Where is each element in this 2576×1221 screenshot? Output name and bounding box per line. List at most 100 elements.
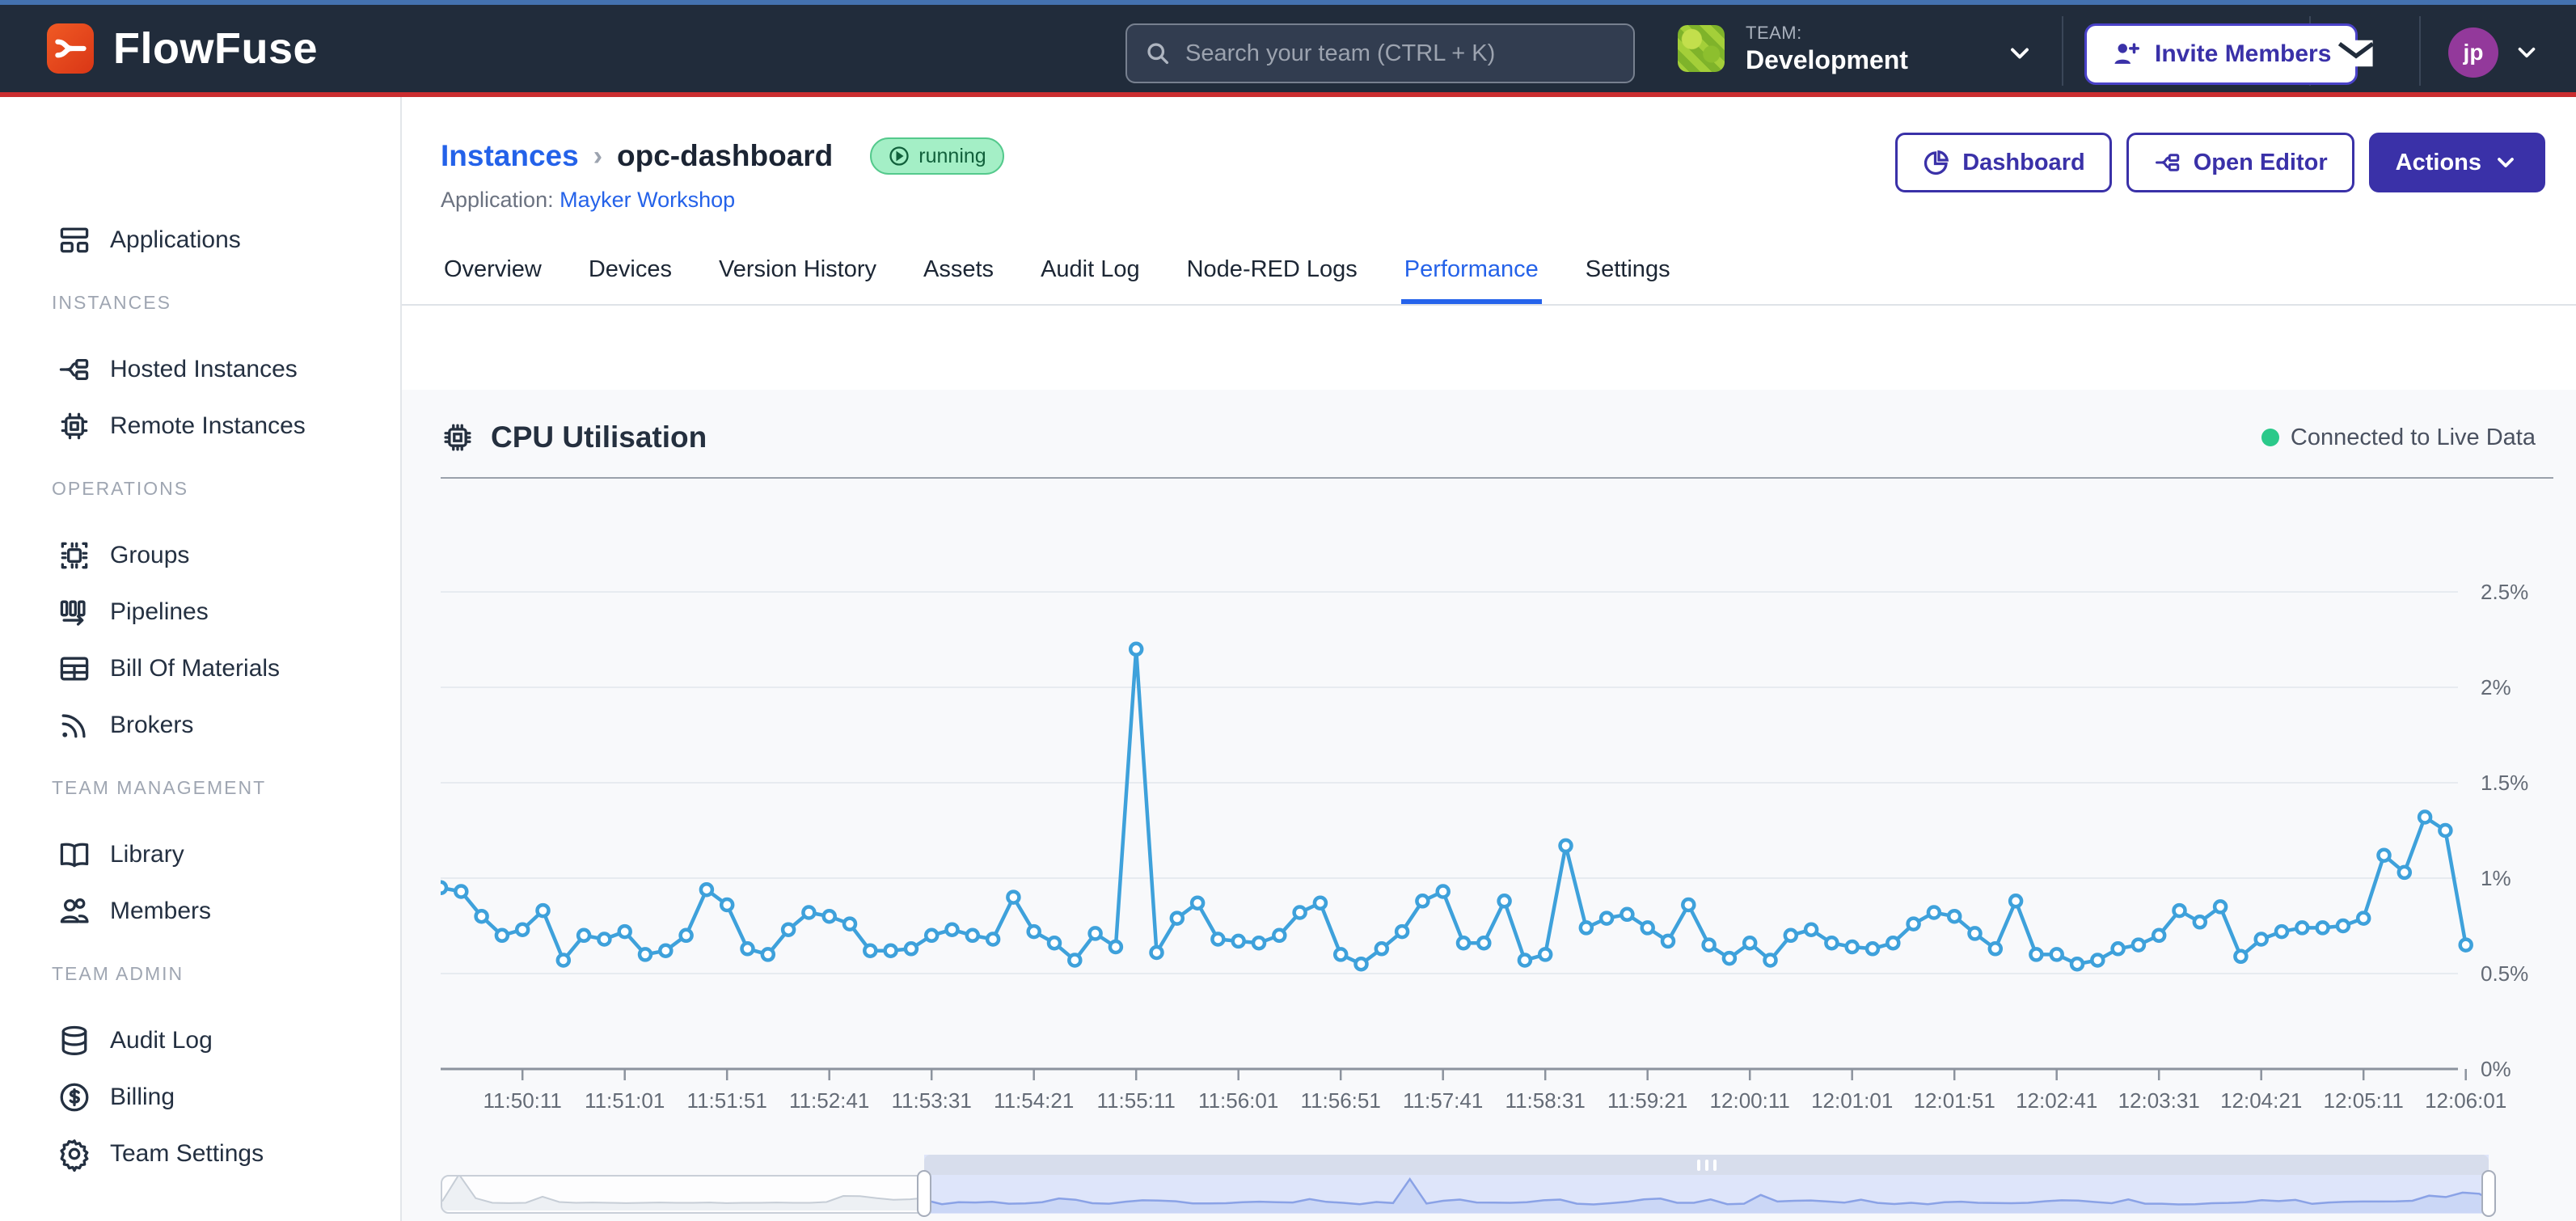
dashboard-button[interactable]: Dashboard <box>1895 133 2111 192</box>
team-selector[interactable]: TEAM: Development <box>1678 5 1908 92</box>
brush-handle-right[interactable] <box>2481 1170 2496 1217</box>
user-menu[interactable]: jp <box>2448 27 2540 78</box>
open-editor-button[interactable]: Open Editor <box>2126 133 2354 192</box>
svg-text:1.5%: 1.5% <box>2481 771 2528 795</box>
tab-performance[interactable]: Performance <box>1401 248 1542 304</box>
svg-text:12:04:21: 12:04:21 <box>2220 1088 2302 1113</box>
dashboard-button-label: Dashboard <box>1962 150 2084 176</box>
cpu-chart-svg: 11:50:1111:51:0111:51:5111:52:4111:53:31… <box>441 554 2576 1120</box>
tab-devices[interactable]: Devices <box>585 248 675 304</box>
breadcrumb-instances-link[interactable]: Instances <box>441 139 579 173</box>
invite-members-label: Invite Members <box>2155 40 2331 68</box>
sidebar-item-label: Pipelines <box>110 598 209 626</box>
svg-text:12:01:01: 12:01:01 <box>1811 1088 1893 1113</box>
svg-text:12:03:31: 12:03:31 <box>2118 1088 2200 1113</box>
user-chevron-down-icon <box>2513 39 2540 66</box>
sidebar-section-operations: OPERATIONS <box>0 469 400 508</box>
tab-node-red-logs[interactable]: Node-RED Logs <box>1184 248 1361 304</box>
topbar-divider <box>2419 16 2421 86</box>
svg-text:11:56:51: 11:56:51 <box>1301 1088 1381 1113</box>
invite-members-button[interactable]: Invite Members <box>2084 23 2358 85</box>
sidebar-item-pipelines[interactable]: Pipelines <box>0 584 400 640</box>
sidebar-item-hosted-instances[interactable]: Hosted Instances <box>0 341 400 398</box>
node-editor-icon <box>2153 148 2182 177</box>
top-navigation-bar: FlowFuse TEAM: Development Invite Member… <box>0 0 2576 97</box>
sidebar-item-bill-of-materials[interactable]: Bill Of Materials <box>0 640 400 697</box>
svg-text:2.5%: 2.5% <box>2481 580 2528 604</box>
sidebar-item-label: Library <box>110 841 184 868</box>
sidebar-item-billing[interactable]: Billing <box>0 1069 400 1126</box>
groups-icon <box>57 538 92 573</box>
sidebar-item-audit-log[interactable]: Audit Log <box>0 1012 400 1069</box>
team-chevron-down-icon[interactable] <box>2005 39 2034 68</box>
tab-overview[interactable]: Overview <box>441 248 545 304</box>
team-name: Development <box>1746 45 1908 75</box>
svg-text:12:01:51: 12:01:51 <box>1914 1088 1995 1113</box>
flowfuse-logo[interactable]: FlowFuse <box>47 23 318 74</box>
library-icon <box>57 837 92 872</box>
svg-text:11:56:01: 11:56:01 <box>1198 1088 1278 1113</box>
live-status-label: Connected to Live Data <box>2291 425 2536 451</box>
live-dot-icon <box>2261 429 2279 446</box>
sidebar-item-label: Bill Of Materials <box>110 655 280 682</box>
svg-text:11:50:11: 11:50:11 <box>484 1088 562 1113</box>
svg-text:12:06:01: 12:06:01 <box>2425 1088 2506 1113</box>
chart-title: CPU Utilisation <box>491 420 707 454</box>
header-buttons: Dashboard Open Editor Actions <box>1895 133 2545 192</box>
sidebar-section-team-management: TEAM MANAGEMENT <box>0 768 400 807</box>
sidebar-item-label: Billing <box>110 1084 175 1111</box>
svg-text:11:54:21: 11:54:21 <box>994 1088 1074 1113</box>
team-settings-icon <box>57 1136 92 1172</box>
search-input[interactable] <box>1185 40 1617 67</box>
svg-text:12:02:41: 12:02:41 <box>2016 1088 2097 1113</box>
sidebar-item-brokers[interactable]: Brokers <box>0 697 400 754</box>
main-content: Instances › opc-dashboard running Applic… <box>402 97 2576 1221</box>
cpu-chip-icon <box>441 420 475 454</box>
breadcrumb-separator: › <box>593 141 602 172</box>
tab-audit-log[interactable]: Audit Log <box>1037 248 1143 304</box>
sidebar-item-groups[interactable]: Groups <box>0 527 400 584</box>
sidebar-item-team-settings[interactable]: Team Settings <box>0 1126 400 1182</box>
brush-grip-icon[interactable] <box>1697 1160 1717 1171</box>
audit-log-icon <box>57 1023 92 1058</box>
tab-settings[interactable]: Settings <box>1582 248 1674 304</box>
svg-text:11:51:51: 11:51:51 <box>687 1088 767 1113</box>
play-circle-icon <box>888 145 910 167</box>
brush-selection[interactable] <box>924 1155 2489 1214</box>
instance-tabs: Overview Devices Version History Assets Audi… <box>402 213 2576 306</box>
svg-text:0.5%: 0.5% <box>2481 961 2528 986</box>
team-avatar <box>1678 25 1725 72</box>
notifications-mail-icon[interactable] <box>2335 32 2377 74</box>
sidebar-item-label: Groups <box>110 542 189 569</box>
sidebar-item-label: Brokers <box>110 712 193 739</box>
status-badge-label: running <box>918 145 986 168</box>
status-badge: running <box>870 137 1003 175</box>
chart-title-row: CPU Utilisation <box>441 420 707 454</box>
svg-text:1%: 1% <box>2481 866 2511 890</box>
application-link[interactable]: Mayker Workshop <box>560 188 735 212</box>
sidebar-item-members[interactable]: Members <box>0 883 400 940</box>
tab-assets[interactable]: Assets <box>920 248 997 304</box>
user-avatar: jp <box>2448 27 2498 78</box>
sidebar-item-applications[interactable]: Applications <box>0 212 400 268</box>
members-icon <box>57 894 92 929</box>
sidebar-item-label: Remote Instances <box>110 412 306 440</box>
sidebar-item-label: Hosted Instances <box>110 356 298 383</box>
sidebar-item-label: Team Settings <box>110 1140 264 1168</box>
sidebar-item-remote-instances[interactable]: Remote Instances <box>0 398 400 454</box>
svg-text:11:58:31: 11:58:31 <box>1505 1088 1586 1113</box>
bom-icon <box>57 651 92 687</box>
actions-button[interactable]: Actions <box>2369 133 2545 192</box>
svg-text:11:52:41: 11:52:41 <box>789 1088 869 1113</box>
sidebar-item-library[interactable]: Library <box>0 826 400 883</box>
sidebar-section-instances: INSTANCES <box>0 283 400 322</box>
brush-handle-left[interactable] <box>917 1170 931 1217</box>
live-status: Connected to Live Data <box>2261 425 2536 451</box>
team-search[interactable] <box>1125 23 1635 83</box>
billing-icon <box>57 1079 92 1115</box>
brand-name: FlowFuse <box>113 23 318 74</box>
svg-text:2%: 2% <box>2481 675 2511 699</box>
svg-text:11:51:01: 11:51:01 <box>585 1088 665 1113</box>
svg-text:11:57:41: 11:57:41 <box>1403 1088 1483 1113</box>
tab-version-history[interactable]: Version History <box>716 248 880 304</box>
